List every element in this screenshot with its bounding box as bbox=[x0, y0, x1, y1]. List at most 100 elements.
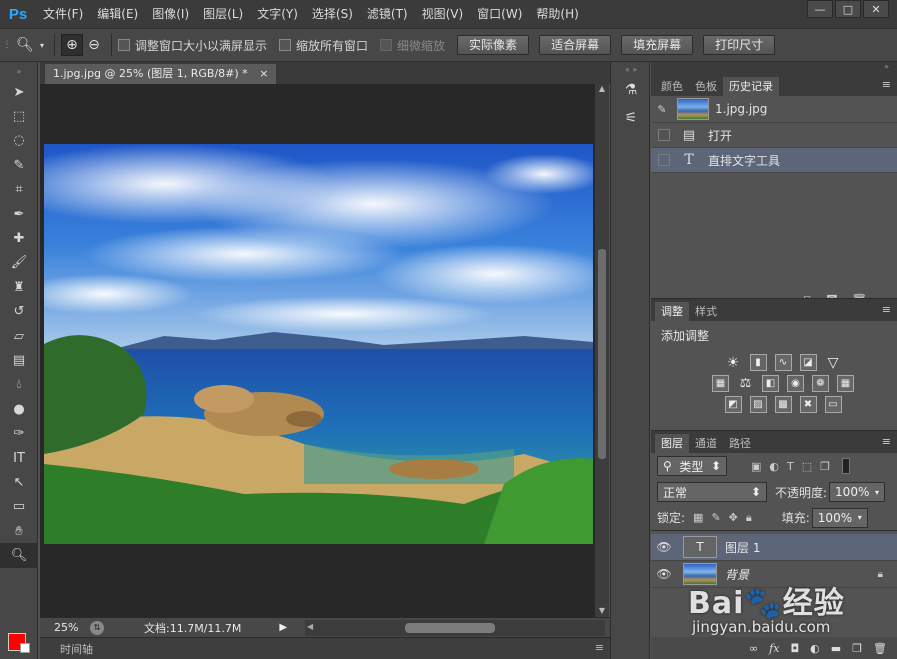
scroll-down-icon[interactable]: ▼ bbox=[595, 606, 609, 615]
scroll-left-icon[interactable]: ◀ bbox=[307, 622, 313, 631]
vibrance-icon[interactable]: ▽ bbox=[825, 354, 842, 371]
tool-presets-icon[interactable]: ⚗ bbox=[611, 76, 651, 104]
lock-all-icon[interactable]: 🔒︎ bbox=[746, 511, 752, 525]
gradient-tool-icon[interactable]: ▤ bbox=[0, 348, 38, 372]
history-item[interactable]: ▤ 打开 bbox=[651, 123, 897, 148]
filter-adjustment-icon[interactable]: ◐ bbox=[769, 460, 779, 473]
mask-icon[interactable]: ◘ bbox=[790, 642, 799, 655]
trash-icon[interactable]: 🗑︎ bbox=[873, 642, 887, 655]
filter-toggle[interactable] bbox=[842, 458, 851, 474]
menu-layer[interactable]: 图层(L) bbox=[196, 0, 250, 28]
lock-image-icon[interactable]: ✎ bbox=[711, 511, 720, 524]
expand-icon[interactable]: « » bbox=[611, 62, 651, 76]
layer-filter-select[interactable]: ⚲ 类型 ⬍ bbox=[657, 456, 727, 476]
menu-filter[interactable]: 滤镜(T) bbox=[360, 0, 415, 28]
lasso-tool-icon[interactable]: ◌ bbox=[0, 129, 38, 153]
collapse-icon[interactable]: » bbox=[0, 62, 38, 80]
document-tab[interactable]: 1.jpg.jpg @ 25% (图层 1, RGB/8#) * × bbox=[45, 64, 277, 84]
zoom-in-icon[interactable]: ⊕ bbox=[61, 34, 83, 56]
doc-profile-icon[interactable]: ⇅ bbox=[90, 620, 104, 635]
levels-icon[interactable]: ▮ bbox=[749, 354, 767, 371]
canvas-image[interactable] bbox=[44, 144, 593, 544]
print-size-button[interactable]: 打印尺寸 bbox=[703, 35, 776, 55]
filter-smart-object-icon[interactable]: ❐ bbox=[820, 460, 830, 473]
history-item[interactable]: T 直排文字工具 bbox=[651, 148, 897, 173]
fill-input[interactable]: 100% ▾ bbox=[811, 507, 868, 528]
horizontal-scrollbar[interactable]: ◀ bbox=[305, 620, 605, 636]
actual-pixels-button[interactable]: 实际像素 bbox=[457, 35, 530, 55]
panel-menu-icon[interactable]: ≡ bbox=[882, 303, 891, 316]
zoom-all-checkbox[interactable]: 缩放所有窗口 bbox=[279, 37, 368, 54]
link-icon[interactable]: ∞ bbox=[749, 642, 758, 655]
healing-brush-tool-icon[interactable]: ✚ bbox=[0, 226, 38, 250]
tab-adjustments[interactable]: 调整 bbox=[655, 302, 689, 321]
tab-swatches[interactable]: 色板 bbox=[689, 77, 723, 96]
chevron-down-icon[interactable]: ▾ bbox=[36, 34, 48, 56]
eraser-tool-icon[interactable]: ▱ bbox=[0, 324, 38, 348]
hand-tool-icon[interactable]: ✋︎ bbox=[0, 519, 38, 543]
filter-shape-icon[interactable]: ⬚ bbox=[802, 460, 812, 473]
exposure-icon[interactable]: ◪ bbox=[799, 354, 817, 371]
menu-image[interactable]: 图像(I) bbox=[145, 0, 196, 28]
pen-tool-icon[interactable]: ✑ bbox=[0, 421, 38, 445]
eye-icon[interactable]: 👁︎ bbox=[651, 540, 677, 554]
hue-saturation-icon[interactable]: ▦ bbox=[712, 375, 729, 392]
timeline-tab[interactable]: 时间轴 bbox=[60, 641, 93, 657]
lock-position-icon[interactable]: ✥ bbox=[729, 511, 738, 524]
filter-pixel-icon[interactable]: ▣ bbox=[751, 460, 761, 473]
invert-icon[interactable]: ◩ bbox=[724, 396, 742, 413]
canvas-area[interactable] bbox=[40, 84, 595, 617]
brightness-contrast-icon[interactable]: ☀ bbox=[725, 354, 742, 371]
status-menu-arrow-icon[interactable]: ▶ bbox=[279, 622, 287, 633]
type-tool-icon[interactable]: IT bbox=[0, 446, 38, 470]
maximize-button[interactable]: □ bbox=[835, 0, 861, 18]
fit-screen-button[interactable]: 适合屏幕 bbox=[539, 35, 612, 55]
clone-stamp-tool-icon[interactable]: ♜ bbox=[0, 275, 38, 299]
adjustment-layer-icon[interactable]: ◐ bbox=[810, 642, 820, 655]
brush-presets-icon[interactable]: ⚟ bbox=[611, 104, 651, 132]
fill-screen-button[interactable]: 填充屏幕 bbox=[621, 35, 694, 55]
history-snapshot-row[interactable]: ✎ 1.jpg.jpg bbox=[651, 96, 897, 123]
tab-paths[interactable]: 路径 bbox=[723, 434, 757, 453]
opacity-input[interactable]: 100% ▾ bbox=[829, 482, 886, 502]
zoom-tool-preset-icon[interactable]: 🔍︎ bbox=[14, 34, 36, 56]
checkbox-box[interactable] bbox=[118, 39, 130, 51]
threshold-icon[interactable]: ▩ bbox=[774, 396, 792, 413]
checkbox-box[interactable] bbox=[279, 39, 292, 51]
filter-type-icon[interactable]: T bbox=[787, 460, 794, 473]
tab-channels[interactable]: 通道 bbox=[689, 434, 723, 453]
collapse-dock-icon[interactable]: » bbox=[884, 62, 889, 71]
menu-window[interactable]: 窗口(W) bbox=[470, 0, 529, 28]
close-tab-icon[interactable]: × bbox=[259, 67, 268, 80]
blend-mode-select[interactable]: 正常 ⬍ bbox=[657, 482, 767, 502]
gradient-map-icon[interactable]: ▭ bbox=[824, 396, 842, 413]
color-balance-icon[interactable]: ⚖ bbox=[737, 375, 754, 392]
photo-filter-icon[interactable]: ◉ bbox=[787, 375, 804, 392]
background-color-swatch[interactable] bbox=[20, 643, 30, 653]
tab-color[interactable]: 颜色 bbox=[655, 77, 689, 96]
vertical-scroll-thumb[interactable] bbox=[598, 249, 606, 459]
history-checkbox[interactable] bbox=[658, 129, 670, 141]
blur-tool-icon[interactable]: 💧︎ bbox=[0, 373, 38, 397]
close-button[interactable]: ✕ bbox=[863, 0, 889, 18]
layer-name[interactable]: 图层 1 bbox=[725, 539, 760, 556]
history-checkbox[interactable] bbox=[658, 154, 670, 166]
panel-menu-icon[interactable]: ≡ bbox=[882, 435, 891, 448]
zoom-out-icon[interactable]: ⊖ bbox=[83, 34, 105, 56]
menu-file[interactable]: 文件(F) bbox=[36, 0, 90, 28]
vertical-scrollbar[interactable]: ▲ ▼ bbox=[595, 84, 609, 617]
menu-edit[interactable]: 编辑(E) bbox=[90, 0, 145, 28]
fx-icon[interactable]: fx bbox=[769, 642, 779, 655]
new-layer-icon[interactable]: ❐ bbox=[852, 642, 862, 655]
tab-layers[interactable]: 图层 bbox=[655, 434, 689, 453]
fit-window-checkbox[interactable]: 调整窗口大小以满屏显示 bbox=[118, 37, 267, 54]
menu-type[interactable]: 文字(Y) bbox=[250, 0, 305, 28]
group-folder-icon[interactable]: ▬ bbox=[831, 642, 841, 655]
eye-icon[interactable]: 👁︎ bbox=[651, 567, 677, 581]
selective-color-icon[interactable]: ✖ bbox=[799, 396, 817, 413]
menu-view[interactable]: 视图(V) bbox=[415, 0, 471, 28]
eyedropper-tool-icon[interactable]: ✒ bbox=[0, 202, 38, 226]
history-brush-tool-icon[interactable]: ↺ bbox=[0, 300, 38, 324]
panel-menu-icon[interactable]: ≡ bbox=[595, 641, 604, 654]
zoom-tool-icon[interactable]: 🔍︎ bbox=[0, 543, 38, 568]
